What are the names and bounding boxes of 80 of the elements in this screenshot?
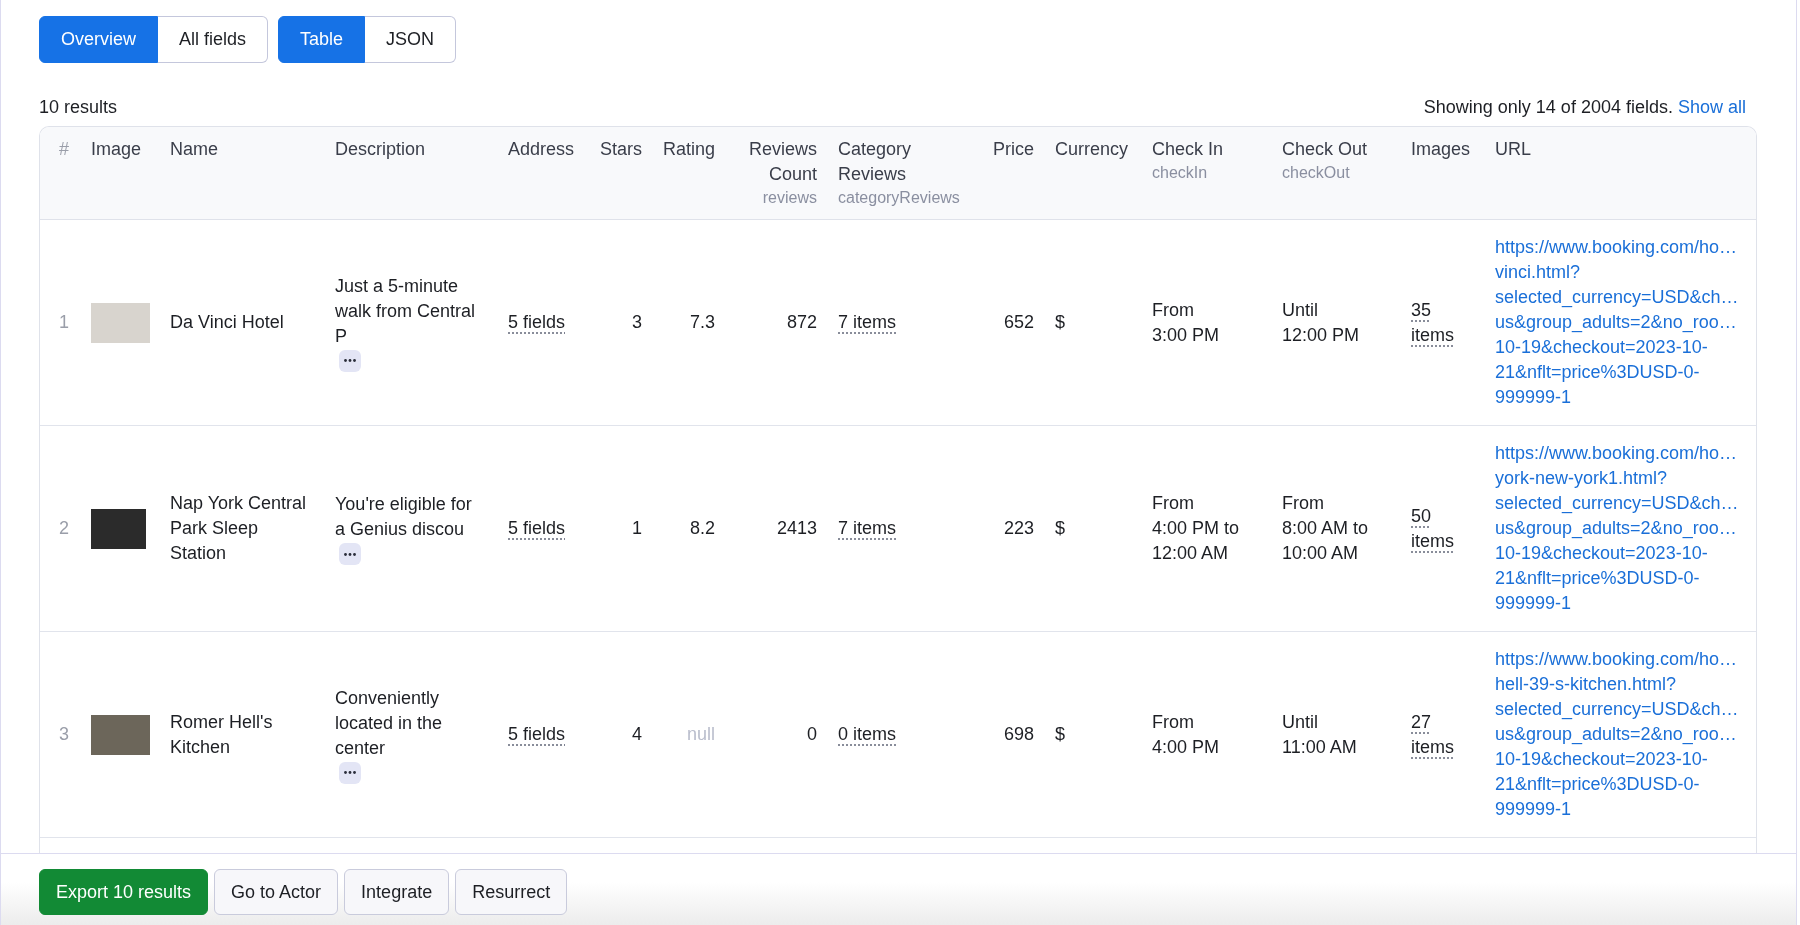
check-in-time: From 4:00 PM xyxy=(1152,710,1220,759)
expand-button[interactable] xyxy=(339,543,361,565)
column-header[interactable]: Reviews Count xyxy=(725,137,817,187)
action-button[interactable]: Resurrect xyxy=(455,869,568,915)
items-link[interactable]: 0 items xyxy=(838,724,897,744)
description-text: Just a 5-minute walk from Central P xyxy=(335,274,477,348)
column-header[interactable]: Price xyxy=(993,137,1034,162)
column-header[interactable]: Check In xyxy=(1152,137,1224,162)
view-tab[interactable]: All fields xyxy=(158,16,269,63)
check-in-time: From 4:00 PM to 12:00 AM xyxy=(1152,492,1240,565)
column-header[interactable]: Rating xyxy=(662,137,715,162)
price-value: 652 xyxy=(1003,312,1034,332)
fields-link[interactable]: 5 fields xyxy=(508,312,566,332)
column-field-name: categoryReviews xyxy=(838,188,960,208)
rating-value: 8.2 xyxy=(689,518,715,538)
action-button[interactable]: Go to Actor xyxy=(214,869,339,915)
items-link[interactable]: 27 items xyxy=(1411,709,1454,760)
reviews-count: 872 xyxy=(786,312,817,332)
column-header[interactable]: Description xyxy=(335,137,426,162)
column-field-name: reviews xyxy=(762,188,817,208)
column-field-name: checkIn xyxy=(1152,163,1208,183)
url-link[interactable]: https://www.booking.com/ho… york-new-york1.html? selected_currency=USD&ch… us&group_adults=2&no_roo… 10-19&checkout=2023-10- 21&nflt=price%3DUSD-0- 999999-1 xyxy=(1495,441,1755,616)
photo-placeholder xyxy=(91,508,146,549)
currency-symbol: $ xyxy=(1055,312,1065,332)
column-header[interactable]: Category Reviews xyxy=(838,137,972,187)
url-link[interactable]: https://www.booking.com/ho… vinci.html? selected_currency=USD&ch… us&group_adults=2&no_roo… 10-19&checkout=2023-10- 21&nflt=price%3DUSD-0- 999999-1 xyxy=(1495,235,1755,410)
row-number: 2 xyxy=(59,518,69,538)
hotel-name: Da Vinci Hotel xyxy=(170,311,285,334)
reviews-count: 0 xyxy=(807,724,817,744)
check-in-time: From 3:00 PM xyxy=(1152,298,1220,347)
row-number: 1 xyxy=(59,312,69,332)
ellipsis-icon xyxy=(344,359,356,362)
currency-symbol: $ xyxy=(1055,518,1065,538)
star-count: 3 xyxy=(632,312,642,332)
fields-link[interactable]: 5 fields xyxy=(508,518,566,538)
row-number: 3 xyxy=(59,724,69,744)
format-tab[interactable]: Table xyxy=(278,16,366,63)
format-tab[interactable]: JSON xyxy=(365,16,457,63)
star-count: 1 xyxy=(632,518,642,538)
column-header[interactable]: Image xyxy=(91,137,142,162)
check-out-time: Until 12:00 PM xyxy=(1282,298,1360,347)
column-header[interactable]: Name xyxy=(170,137,218,162)
export-button[interactable]: Export 10 results xyxy=(39,869,209,915)
action-button[interactable]: Integrate xyxy=(344,869,450,915)
rating-value: null xyxy=(686,724,715,744)
column-header[interactable]: Stars xyxy=(600,137,642,162)
reviews-count: 2413 xyxy=(776,518,817,538)
column-header[interactable]: Address xyxy=(508,137,575,162)
photo-placeholder xyxy=(91,714,150,755)
column-header[interactable]: Currency xyxy=(1055,137,1129,162)
ellipsis-icon xyxy=(344,771,356,774)
hotel-name: Romer Hell's Kitchen xyxy=(170,710,274,759)
expand-button[interactable] xyxy=(339,349,361,372)
show-all-link[interactable]: Show all xyxy=(1677,95,1746,120)
photo-placeholder xyxy=(91,302,150,343)
description-text: You're eligible for a Genius discou xyxy=(335,493,473,541)
check-out-time: From 8:00 AM to 10:00 AM xyxy=(1282,492,1369,565)
hotel-name: Nap York Central Park Sleep Station xyxy=(170,492,308,565)
price-value: 698 xyxy=(1003,724,1034,744)
items-link[interactable]: 50 items xyxy=(1411,503,1454,554)
column-header[interactable]: Check Out xyxy=(1282,137,1368,162)
fields-link[interactable]: 5 fields xyxy=(508,724,566,744)
currency-symbol: $ xyxy=(1055,724,1065,744)
expand-button[interactable] xyxy=(339,761,361,784)
star-count: 4 xyxy=(632,724,642,744)
rating-value: 7.3 xyxy=(689,312,715,332)
description-text: Conveniently located in the center xyxy=(335,686,444,760)
fields-notice: Showing only 14 of 2004 fields. xyxy=(1423,96,1673,119)
items-link[interactable]: 7 items xyxy=(838,312,897,332)
column-header[interactable]: URL xyxy=(1495,137,1531,162)
column-header[interactable]: Images xyxy=(1411,137,1471,162)
view-tab[interactable]: Overview xyxy=(39,16,158,63)
items-link[interactable]: 7 items xyxy=(838,518,897,538)
ellipsis-icon xyxy=(344,552,356,556)
url-link[interactable]: https://www.booking.com/ho… hell-39-s-kitchen.html? selected_currency=USD&ch… us&group_adults=2&no_roo… 10-19&checkout=2023-10- 21&nflt=price%3DUSD-0- 999999-1 xyxy=(1495,647,1755,822)
column-field-name: checkOut xyxy=(1282,163,1350,183)
items-link[interactable]: 35 items xyxy=(1411,297,1454,348)
price-value: 223 xyxy=(1003,518,1034,538)
check-out-time: Until 11:00 AM xyxy=(1282,710,1357,759)
results-count: 10 results xyxy=(39,96,118,119)
